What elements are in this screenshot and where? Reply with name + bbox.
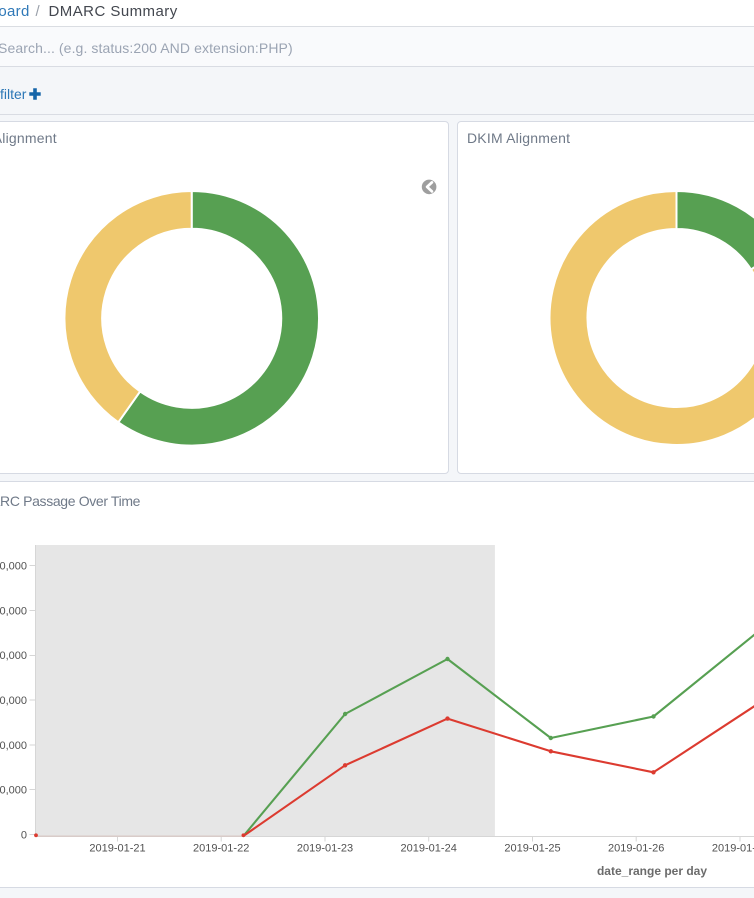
svg-text:2019-01-25: 2019-01-25 (504, 843, 560, 855)
svg-text:2019-01-27: 2019-01-27 (712, 843, 754, 855)
svg-text:200,000: 200,000 (0, 650, 27, 662)
svg-text:2019-01-26: 2019-01-26 (608, 843, 664, 855)
svg-text:2019-01-23: 2019-01-23 (297, 843, 353, 855)
svg-text:100,000: 100,000 (0, 740, 27, 752)
svg-text:300,000: 300,000 (0, 560, 27, 572)
svg-text:250,000: 250,000 (0, 605, 27, 617)
svg-text:2019-01-21: 2019-01-21 (89, 843, 145, 855)
svg-text:2019-01-22: 2019-01-22 (193, 843, 249, 855)
svg-text:150,000: 150,000 (0, 695, 27, 707)
svg-text:date_range per day: date_range per day (597, 864, 707, 878)
svg-text:0: 0 (21, 829, 27, 841)
svg-text:50,000: 50,000 (0, 785, 27, 797)
svg-text:2019-01-24: 2019-01-24 (401, 843, 457, 855)
